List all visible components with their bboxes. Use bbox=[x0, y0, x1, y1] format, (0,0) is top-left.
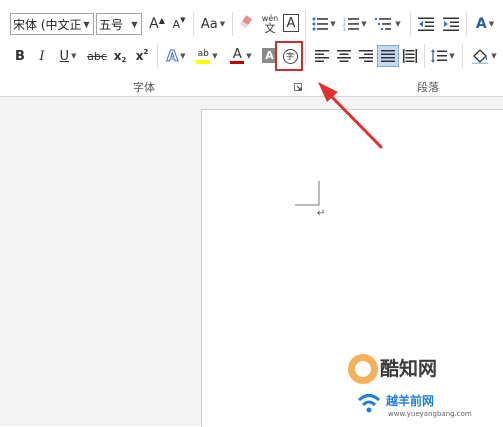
wifi-icon bbox=[357, 394, 381, 413]
watermark-brand: 酷知网 bbox=[380, 358, 438, 380]
watermark-url: www.yueyangbang.com bbox=[388, 410, 472, 418]
watermark-logo-icon bbox=[348, 354, 378, 384]
watermark-site: 越羊前网 bbox=[386, 394, 435, 408]
watermark: 酷知网 越羊前网 www.yueyangbang.com bbox=[344, 350, 503, 426]
